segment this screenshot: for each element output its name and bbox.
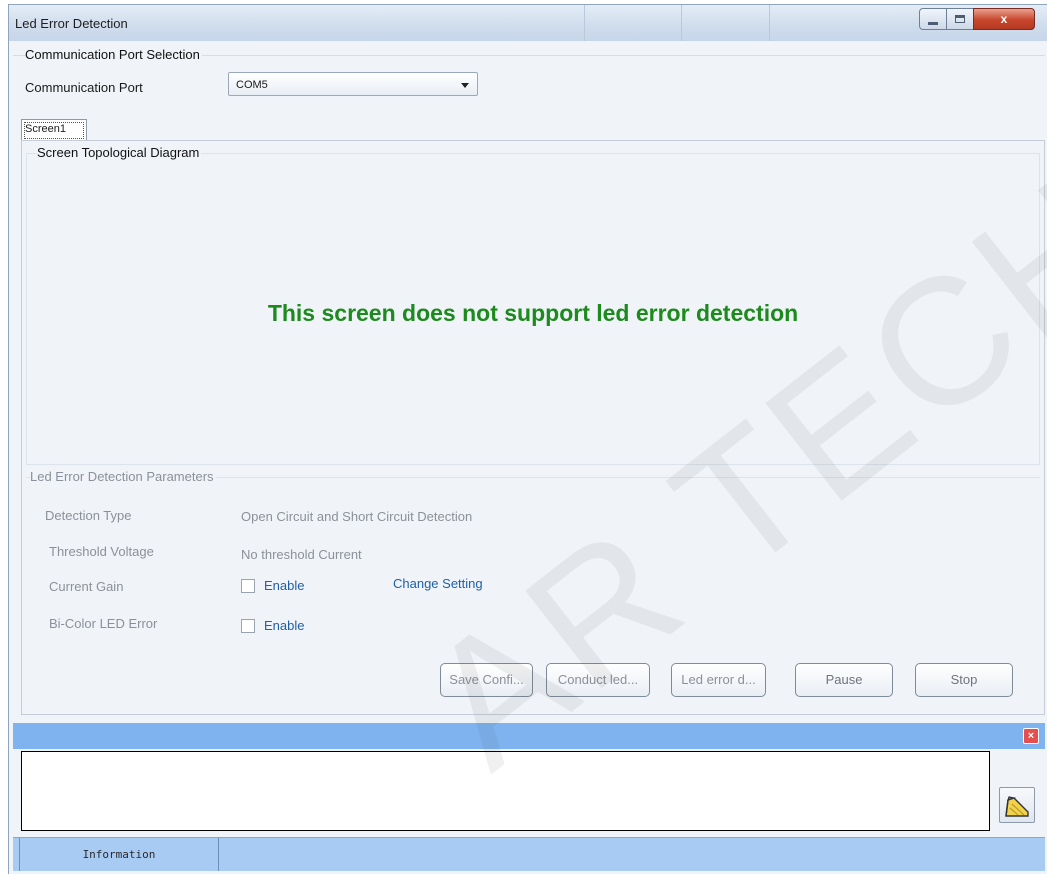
- port-select-value: COM5: [236, 79, 268, 91]
- title-stripe: [769, 5, 770, 41]
- detection-parameters-group: Led Error Detection Parameters Detection…: [26, 469, 1040, 647]
- threshold-voltage-value: No threshold Current: [241, 547, 362, 562]
- title-stripe: [681, 5, 682, 41]
- detection-type-value: Open Circuit and Short Circuit Detection: [241, 509, 473, 524]
- led-error-detect-button[interactable]: Led error d...: [671, 663, 766, 697]
- communication-port-group: Communication Port Selection Communicati…: [13, 47, 1045, 112]
- information-status-tab[interactable]: Information: [19, 838, 219, 871]
- port-label: Communication Port: [25, 80, 143, 95]
- unsupported-message: This screen does not support led error d…: [267, 300, 799, 326]
- information-log-area[interactable]: [21, 751, 990, 831]
- minimize-icon: [928, 21, 938, 25]
- current-gain-label: Current Gain: [49, 579, 124, 594]
- topology-diagram-group: Screen Topological Diagram This screen d…: [26, 145, 1040, 465]
- maximize-icon: [955, 15, 965, 23]
- tab-screen1[interactable]: Screen1: [21, 119, 87, 141]
- pause-button[interactable]: Pause: [795, 663, 893, 697]
- information-panel-header: ×: [13, 723, 1045, 749]
- save-config-button[interactable]: Save Confi...: [440, 663, 533, 697]
- title-bar: Led Error Detection x: [9, 5, 1047, 41]
- close-icon: x: [1000, 12, 1008, 26]
- status-bar: Information: [13, 837, 1045, 871]
- tab-focus-rect: [24, 122, 84, 139]
- bicolor-enable-label[interactable]: Enable: [264, 618, 304, 633]
- communication-port-select[interactable]: COM5: [228, 72, 478, 96]
- topology-group-label: Screen Topological Diagram: [37, 145, 202, 160]
- clear-log-button[interactable]: [999, 787, 1035, 823]
- title-stripe: [584, 5, 585, 41]
- current-gain-checkbox[interactable]: [241, 579, 255, 593]
- minimize-button[interactable]: [919, 8, 947, 30]
- bicolor-checkbox[interactable]: [241, 619, 255, 633]
- close-icon[interactable]: ×: [1023, 728, 1039, 744]
- led-error-detection-window: Led Error Detection x Communication Port…: [8, 4, 1047, 874]
- threshold-voltage-label: Threshold Voltage: [49, 544, 154, 559]
- conduct-led-button[interactable]: Conduct led...: [546, 663, 650, 697]
- parameters-group-label: Led Error Detection Parameters: [30, 469, 216, 484]
- chevron-down-icon: [461, 83, 469, 88]
- screen-tab-panel: Screen Topological Diagram This screen d…: [21, 140, 1045, 715]
- bicolor-led-error-label: Bi-Color LED Error: [49, 616, 158, 631]
- detection-type-label: Detection Type: [45, 508, 132, 523]
- current-gain-enable-label[interactable]: Enable: [264, 578, 304, 593]
- change-setting-link[interactable]: Change Setting: [393, 576, 483, 591]
- stop-button[interactable]: Stop: [915, 663, 1013, 697]
- close-button[interactable]: x: [973, 8, 1035, 30]
- window-title: Led Error Detection: [15, 16, 128, 31]
- broom-icon: [1005, 796, 1029, 817]
- port-group-label: Communication Port Selection: [25, 47, 202, 62]
- maximize-button[interactable]: [946, 8, 974, 30]
